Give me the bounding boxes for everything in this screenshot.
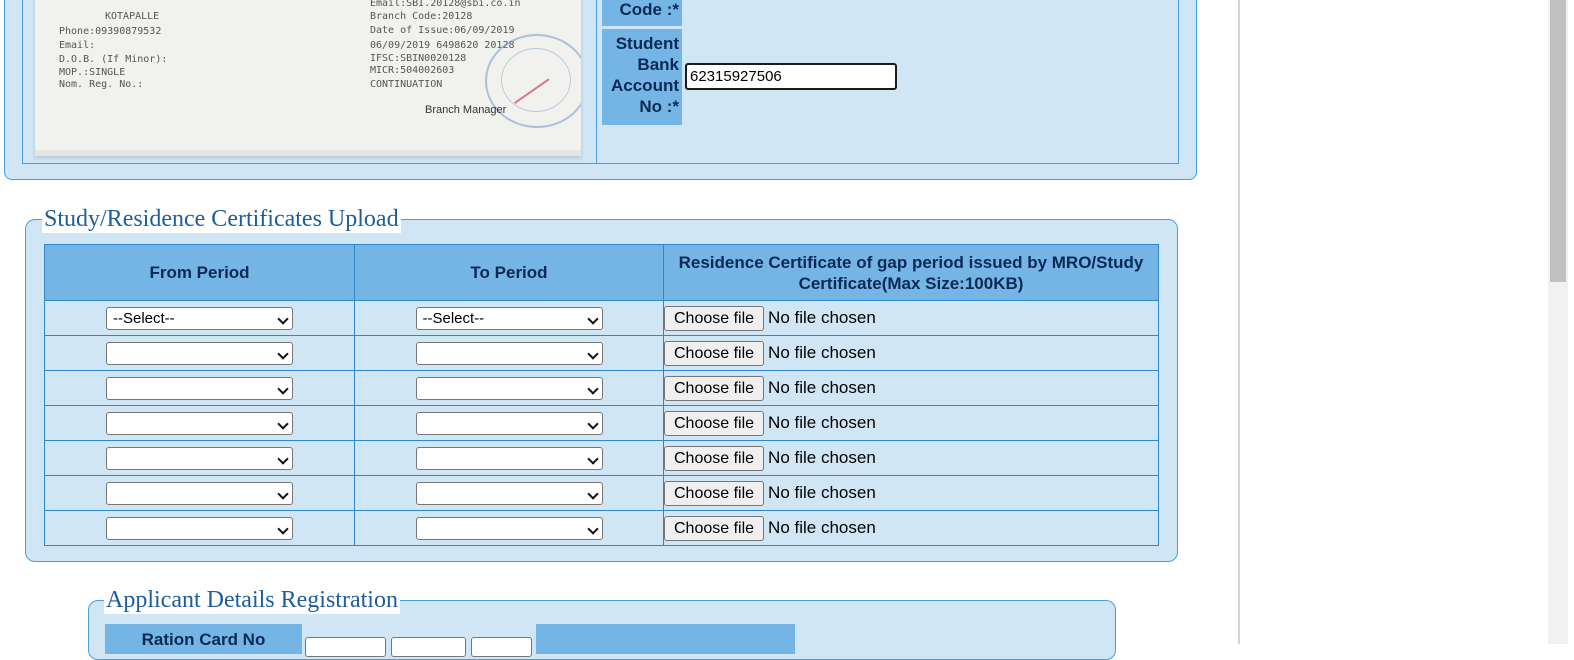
ration-card-input-2[interactable] [391,637,466,657]
from-period-select[interactable] [106,516,293,540]
chevron-down-icon [277,382,289,395]
file-status-text: No file chosen [768,483,876,502]
file-status-text: No file chosen [768,378,876,397]
ration-card-input-1[interactable] [305,637,386,657]
file-status-text: No file chosen [768,518,876,537]
file-status-text: No file chosen [768,343,876,362]
ration-card-header-cell [536,624,795,654]
bank-account-label: Student Bank Account No :* [602,29,682,125]
chevron-down-icon [586,382,599,395]
table-row: Choose file No file chosen [44,440,1159,476]
passbook-text: IFSC:SBIN0020128 [370,53,467,64]
to-period-select[interactable]: --Select-- [415,306,603,330]
choose-file-button[interactable]: Choose file [664,305,765,331]
file-status-text: No file chosen [768,448,876,467]
passbook-text: Nom. Reg. No.: [59,79,144,90]
table-header-row: From Period To Period Residence Certific… [44,244,1159,301]
file-status-text: No file chosen [768,308,876,327]
chevron-down-icon [586,522,599,535]
chevron-down-icon [586,312,599,325]
chevron-down-icon [586,487,599,500]
page: KOTAPALLE Phone:09390879532 Email: D.O.B… [0,0,1240,660]
passbook-text: MOP.:SINGLE [59,67,126,78]
passbook-text: Date of Issue:06/09/2019 [370,25,515,36]
ration-card-input-3[interactable] [471,637,532,657]
from-period-header: From Period [44,244,355,301]
choose-file-button[interactable]: Choose file [664,340,765,366]
page-edge-divider [1238,0,1240,644]
passbook-text: MICR:504002603 [370,65,455,76]
chevron-down-icon [277,417,289,430]
from-period-select[interactable] [106,376,293,400]
from-period-select[interactable]: --Select-- [106,306,293,330]
branch-manager-text: Branch Manager [425,104,507,116]
to-period-select[interactable] [415,516,603,540]
passbook-text: Branch Code:20128 [370,11,473,22]
from-period-select[interactable] [106,446,293,470]
from-period-select[interactable] [106,481,293,505]
to-period-select[interactable] [415,481,603,505]
to-period-select[interactable] [415,446,603,470]
ration-card-label: Ration Card No [105,624,302,654]
to-period-value: --Select-- [422,309,485,327]
passbook-text: Phone:09390879532 [59,26,162,37]
choose-file-button[interactable]: Choose file [664,375,765,401]
table-row: Choose file No file chosen [44,405,1159,441]
scrollbar-thumb[interactable] [1550,0,1566,282]
passbook-text: 06/09/2019 6498620 20128 [370,40,515,51]
chevron-down-icon [277,312,289,325]
applicant-details-legend: Applicant Details Registration [104,586,400,614]
passbook-text: KOTAPALLE [105,11,160,22]
chevron-down-icon [277,522,289,535]
table-row: --Select-- --Select-- Choose file No file… [44,300,1159,336]
choose-file-button[interactable]: Choose file [664,410,765,436]
to-period-select[interactable] [415,376,603,400]
chevron-down-icon [277,347,289,360]
to-period-select[interactable] [415,411,603,435]
from-period-value: --Select-- [113,309,175,327]
table-row: Choose file No file chosen [44,475,1159,511]
choose-file-button[interactable]: Choose file [664,445,765,471]
chevron-down-icon [277,487,289,500]
bank-account-input[interactable] [685,63,897,90]
passbook-text: CONTINUATION [370,79,443,90]
table-row: Choose file No file chosen [44,510,1159,546]
certificates-table: From Period To Period Residence Certific… [44,244,1159,546]
chevron-down-icon [586,417,599,430]
choose-file-button[interactable]: Choose file [664,515,765,541]
certificate-file-header: Residence Certificate of gap period issu… [663,244,1159,301]
table-row: Choose file No file chosen [44,370,1159,406]
to-period-select[interactable] [415,341,603,365]
from-period-select[interactable] [106,411,293,435]
passbook-image: KOTAPALLE Phone:09390879532 Email: D.O.B… [35,0,581,156]
passbook-text: D.O.B. (If Minor): [59,54,168,65]
choose-file-button[interactable]: Choose file [664,480,765,506]
chevron-down-icon [586,347,599,360]
table-row: Choose file No file chosen [44,335,1159,371]
study-certificates-legend: Study/Residence Certificates Upload [42,205,401,233]
passbook-text: Email:SBI.20128@sbi.co.in [370,0,521,9]
from-period-select[interactable] [106,341,293,365]
vertical-scrollbar[interactable] [1548,0,1568,644]
file-status-text: No file chosen [768,413,876,432]
chevron-down-icon [586,452,599,465]
passbook-text: Email: [59,40,96,51]
chevron-down-icon [277,452,289,465]
to-period-header: To Period [354,244,664,301]
bank-code-label: Code :* [602,0,682,26]
